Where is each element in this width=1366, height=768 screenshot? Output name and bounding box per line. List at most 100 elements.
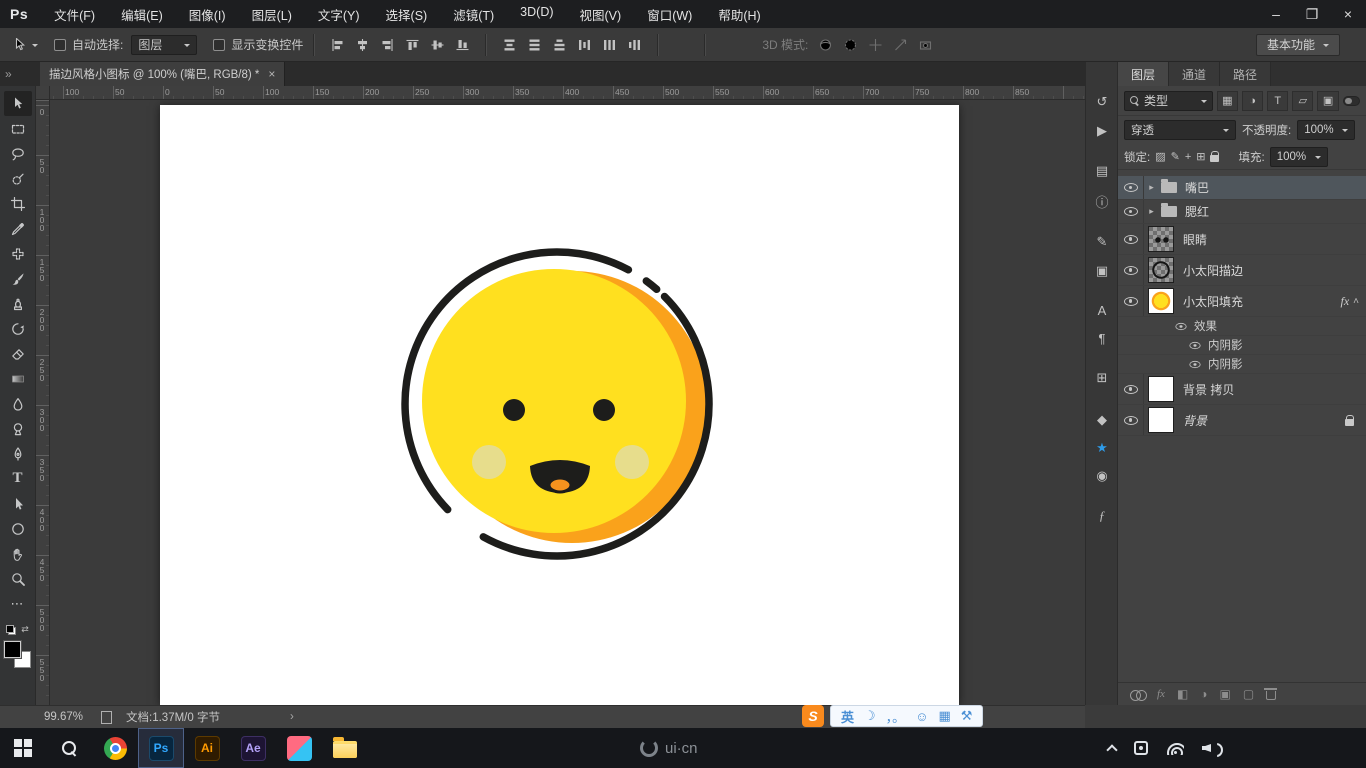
- menu-file[interactable]: 文件(F): [54, 5, 95, 24]
- move-tool[interactable]: [3, 91, 32, 116]
- libraries-panel-icon[interactable]: ★: [1086, 436, 1118, 460]
- eye-icon[interactable]: [1175, 322, 1187, 330]
- menu-help[interactable]: 帮助(H): [718, 5, 760, 24]
- network-icon[interactable]: [1166, 742, 1184, 755]
- foreground-color-swatch[interactable]: [4, 641, 21, 658]
- tray-expand-icon[interactable]: [1106, 744, 1118, 756]
- visibility-toggle[interactable]: [1118, 224, 1144, 254]
- type-tool[interactable]: T: [4, 466, 32, 491]
- actions-panel-icon[interactable]: ▶: [1086, 119, 1118, 143]
- layer-row-blush-group[interactable]: ▸ 腮红: [1118, 200, 1366, 224]
- ime-punctuation-icon[interactable]: ，。: [886, 707, 906, 726]
- tray-app-icon[interactable]: [1134, 741, 1148, 755]
- add-layer-style-icon[interactable]: fx: [1157, 688, 1165, 700]
- layer-row-sun-stroke[interactable]: 小太阳描边: [1118, 255, 1366, 286]
- eye-icon[interactable]: [1189, 360, 1201, 368]
- effects-header-row[interactable]: 效果: [1118, 317, 1366, 336]
- sogou-logo-icon[interactable]: S: [802, 705, 824, 727]
- tab-channels[interactable]: 通道: [1169, 62, 1221, 86]
- fill-dropdown[interactable]: 100%: [1269, 146, 1328, 167]
- layer-row-background-copy[interactable]: 背景 拷贝: [1118, 374, 1366, 405]
- align-left-edges-icon[interactable]: [330, 38, 345, 52]
- filter-type-dropdown[interactable]: 类型: [1124, 90, 1213, 111]
- opacity-dropdown[interactable]: 100%: [1297, 120, 1356, 140]
- clone-stamp-tool[interactable]: [4, 291, 32, 316]
- history-panel-icon[interactable]: ↺: [1086, 90, 1118, 114]
- character-panel-icon[interactable]: A: [1086, 298, 1118, 322]
- add-layer-mask-icon[interactable]: ◧: [1177, 687, 1188, 701]
- align-bottom-edges-icon[interactable]: [455, 38, 470, 52]
- distribute-vertical-centers-icon[interactable]: [527, 38, 542, 52]
- layer-name[interactable]: 嘴巴: [1185, 179, 1209, 196]
- menu-select[interactable]: 选择(S): [386, 5, 428, 24]
- chrome-taskbar-icon[interactable]: [92, 728, 138, 768]
- restore-button[interactable]: ❐: [1294, 0, 1330, 28]
- gradient-tool[interactable]: [4, 366, 32, 391]
- visibility-toggle[interactable]: [1118, 374, 1144, 404]
- workspace-switcher-button[interactable]: 基本功能: [1255, 33, 1340, 56]
- layer-name[interactable]: 背景: [1183, 412, 1207, 429]
- filter-smart-object-icon[interactable]: ▣: [1317, 90, 1339, 111]
- blend-mode-dropdown[interactable]: 穿透: [1124, 120, 1236, 140]
- link-layers-icon[interactable]: [1130, 689, 1147, 701]
- blur-tool[interactable]: [4, 391, 32, 416]
- photoshop-taskbar-icon[interactable]: Ps: [138, 728, 184, 768]
- minimize-button[interactable]: –: [1258, 0, 1294, 28]
- status-options-chevron-icon[interactable]: ›: [290, 711, 294, 723]
- brush-tool[interactable]: [4, 266, 32, 291]
- document-canvas[interactable]: [160, 105, 959, 705]
- auto-align-layers-icon[interactable]: [674, 38, 689, 52]
- quick-selection-tool[interactable]: [4, 166, 32, 191]
- new-layer-icon[interactable]: ▢: [1243, 687, 1254, 701]
- vertical-ruler[interactable]: 0 50 100 150 200 250 300 350 400 450 500…: [36, 100, 50, 705]
- brush-settings-panel-icon[interactable]: ✎: [1086, 230, 1118, 254]
- filter-adjustment-layers-icon[interactable]: ◑: [1241, 90, 1264, 111]
- hand-tool[interactable]: [4, 541, 32, 566]
- effect-row-inner-shadow-2[interactable]: 内阴影: [1118, 355, 1366, 374]
- filter-shape-layers-icon[interactable]: ▱: [1292, 90, 1314, 111]
- menu-image[interactable]: 图像(I): [189, 5, 226, 24]
- tools-panel-collapse-icon[interactable]: »: [5, 67, 12, 81]
- visibility-toggle[interactable]: [1118, 286, 1144, 316]
- layer-thumbnail[interactable]: [1148, 288, 1174, 314]
- menu-view[interactable]: 视图(V): [580, 5, 622, 24]
- ime-toolbox-icon[interactable]: ⚒: [961, 708, 973, 724]
- new-adjustment-layer-icon[interactable]: ◑: [1200, 687, 1207, 701]
- layer-row-sun-fill[interactable]: 小太阳填充 fx ˄: [1118, 286, 1366, 317]
- paragraph-panel-icon[interactable]: ¶: [1086, 326, 1118, 350]
- layer-thumbnail[interactable]: [1148, 257, 1174, 283]
- distribute-horizontal-centers-icon[interactable]: [602, 38, 617, 52]
- path-selection-tool[interactable]: [4, 491, 32, 516]
- zoom-level[interactable]: 99.67%: [44, 711, 83, 723]
- layer-thumbnail[interactable]: [1148, 407, 1174, 433]
- menu-window[interactable]: 窗口(W): [647, 5, 692, 24]
- ime-keyboard-icon[interactable]: ▦: [938, 708, 950, 724]
- clone-source-panel-icon[interactable]: ▣: [1086, 259, 1118, 283]
- illustrator-taskbar-icon[interactable]: Ai: [184, 728, 230, 768]
- ime-fullwidth-icon[interactable]: ☽: [864, 708, 876, 724]
- distribute-top-edges-icon[interactable]: [502, 38, 517, 52]
- menu-edit[interactable]: 编辑(E): [121, 5, 163, 24]
- auto-select-target-dropdown[interactable]: 图层: [131, 34, 198, 55]
- pen-tool[interactable]: [4, 441, 32, 466]
- lock-artboard-icon[interactable]: ⊞: [1196, 150, 1205, 163]
- tool-preset-caret-icon[interactable]: [32, 43, 38, 50]
- styles-panel-icon[interactable]: ƒ: [1086, 504, 1118, 528]
- tab-layers[interactable]: 图层: [1118, 62, 1170, 86]
- fx-collapse-icon[interactable]: ˄: [1353, 296, 1359, 307]
- taskbar-search-button[interactable]: [46, 728, 92, 768]
- file-explorer-taskbar-icon[interactable]: [322, 728, 368, 768]
- filter-type-layers-icon[interactable]: T: [1267, 90, 1289, 111]
- menu-3d[interactable]: 3D(D): [520, 5, 553, 24]
- zoom-tool[interactable]: [4, 566, 32, 591]
- kuler-panel-icon[interactable]: ◉: [1086, 464, 1118, 488]
- layer-name[interactable]: 背景 拷贝: [1183, 381, 1234, 398]
- after-effects-taskbar-icon[interactable]: Ae: [230, 728, 276, 768]
- align-right-edges-icon[interactable]: [380, 38, 395, 52]
- expand-arrow-icon[interactable]: ▸: [1144, 206, 1159, 217]
- crop-tool[interactable]: [4, 191, 32, 216]
- layer-row-mouth-group[interactable]: ▸ 嘴巴: [1118, 176, 1366, 200]
- lock-position-icon[interactable]: +: [1185, 151, 1191, 163]
- document-tab[interactable]: 描边风格小图标 @ 100% (嘴巴, RGB/8) * ×: [40, 62, 286, 86]
- layer-name[interactable]: 眼睛: [1183, 231, 1207, 248]
